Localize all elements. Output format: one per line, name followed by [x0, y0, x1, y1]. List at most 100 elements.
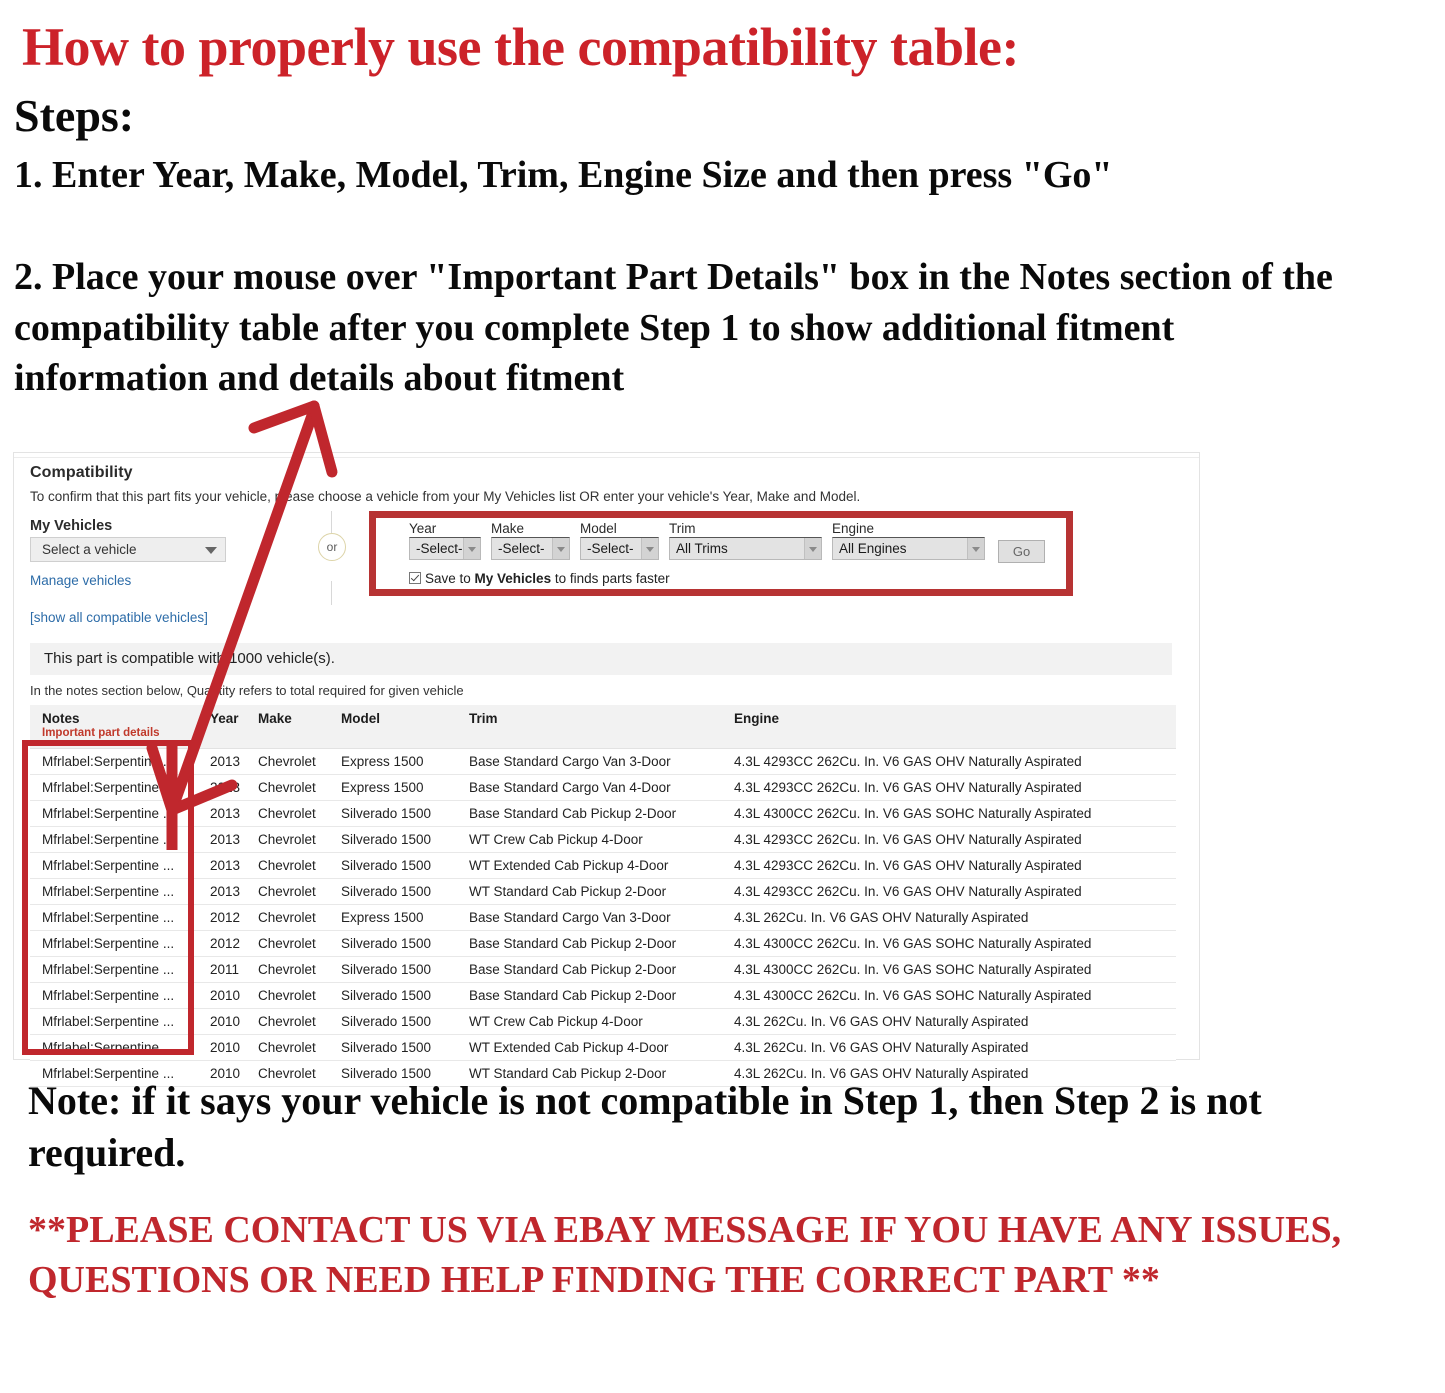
cell-model: Silverado 1500	[329, 930, 457, 957]
cell-trim: WT Crew Cab Pickup 4-Door	[457, 1008, 722, 1035]
column-header-notes: Notes Important part details	[30, 705, 198, 749]
model-select-value: -Select-	[587, 541, 634, 556]
cell-trim: Base Standard Cab Pickup 2-Door	[457, 800, 722, 827]
cell-make: Chevrolet	[246, 956, 329, 983]
steps-label: Steps:	[14, 90, 135, 141]
field-engine: Engine All Engines	[832, 521, 985, 560]
cell-model: Express 1500	[329, 904, 457, 931]
cell-model: Silverado 1500	[329, 852, 457, 879]
table-row: Mfrlabel:Serpentine ... 2010 Chevrolet Silv…	[30, 1034, 1176, 1061]
cell-trim: Base Standard Cab Pickup 2-Door	[457, 930, 722, 957]
contact-us-text: **PLEASE CONTACT US VIA EBAY MESSAGE IF …	[28, 1209, 1342, 1302]
table-row: Mfrlabel:Serpentine ... 2013 Chevrolet Expr…	[30, 774, 1176, 801]
panel-top-divider	[14, 457, 1199, 458]
cell-model: Silverado 1500	[329, 1008, 457, 1035]
cell-engine: 4.3L 4293CC 262Cu. In. V6 GAS OHV Natura…	[722, 826, 1176, 853]
table-row: Mfrlabel:Serpentine ... 2013 Chevrolet Silv…	[30, 852, 1176, 879]
cell-year: 2013	[198, 748, 246, 775]
field-label-make: Make	[491, 521, 525, 536]
cell-trim: Base Standard Cab Pickup 2-Door	[457, 956, 722, 983]
field-label-year: Year	[409, 521, 437, 536]
show-all-compatible-vehicles-link[interactable]: [show all compatible vehicles]	[30, 610, 208, 625]
engine-select[interactable]: All Engines	[832, 537, 985, 560]
cell-notes[interactable]: Mfrlabel:Serpentine ...	[30, 748, 198, 775]
cell-year: 2013	[198, 800, 246, 827]
cell-model: Express 1500	[329, 774, 457, 801]
chevron-down-icon	[967, 538, 984, 559]
cell-notes[interactable]: Mfrlabel:Serpentine ...	[30, 1008, 198, 1035]
chevron-down-icon	[804, 538, 821, 559]
cell-make: Chevrolet	[246, 982, 329, 1009]
cell-make: Chevrolet	[246, 774, 329, 801]
or-badge: or	[318, 533, 346, 561]
cell-trim: Base Standard Cargo Van 3-Door	[457, 748, 722, 775]
cell-notes[interactable]: Mfrlabel:Serpentine ...	[30, 930, 198, 957]
save-bold-text: My Vehicles	[474, 571, 552, 586]
cell-year: 2010	[198, 1008, 246, 1035]
or-line-bottom	[331, 581, 332, 605]
cell-engine: 4.3L 4300CC 262Cu. In. V6 GAS SOHC Natur…	[722, 982, 1176, 1009]
cell-notes[interactable]: Mfrlabel:Serpentine ...	[30, 800, 198, 827]
cell-engine: 4.3L 4300CC 262Cu. In. V6 GAS SOHC Natur…	[722, 800, 1176, 827]
panel-subtitle: To confirm that this part fits your vehi…	[30, 489, 861, 504]
save-to-my-vehicles-checkbox[interactable]	[409, 572, 421, 584]
cell-notes[interactable]: Mfrlabel:Serpentine ...	[30, 904, 198, 931]
field-year: Year -Select-	[409, 521, 481, 560]
page-title: How to properly use the compatibility ta…	[22, 17, 1019, 77]
engine-select-value: All Engines	[839, 541, 907, 556]
my-vehicles-select-value: Select a vehicle	[42, 542, 137, 557]
cell-notes[interactable]: Mfrlabel:Serpentine ...	[30, 982, 198, 1009]
important-part-details-label: Important part details	[42, 727, 160, 739]
trim-select[interactable]: All Trims	[669, 537, 822, 560]
table-row: Mfrlabel:Serpentine ... 2010 Chevrolet Silv…	[30, 982, 1176, 1009]
cell-notes[interactable]: Mfrlabel:Serpentine ...	[30, 826, 198, 853]
cell-engine: 4.3L 4300CC 262Cu. In. V6 GAS SOHC Natur…	[722, 930, 1176, 957]
table-row: Mfrlabel:Serpentine ... 2013 Chevrolet Silv…	[30, 800, 1176, 827]
model-select[interactable]: -Select-	[580, 537, 659, 560]
compatibility-panel: Compatibility To confirm that this part …	[13, 452, 1200, 1087]
save-suffix-text: to finds parts faster	[551, 571, 670, 586]
cell-year: 2013	[198, 852, 246, 879]
cell-model: Silverado 1500	[329, 1034, 457, 1061]
cell-year: 2013	[198, 878, 246, 905]
my-vehicles-select[interactable]: Select a vehicle	[30, 537, 226, 562]
cell-notes[interactable]: Mfrlabel:Serpentine ...	[30, 1034, 198, 1061]
year-select[interactable]: -Select-	[409, 537, 481, 560]
save-to-my-vehicles-row[interactable]: Save to My Vehicles to finds parts faste…	[409, 571, 670, 586]
field-trim: Trim All Trims	[669, 521, 822, 560]
table-row: Mfrlabel:Serpentine ... 2010 Chevrolet Silv…	[30, 1008, 1176, 1035]
cell-trim: WT Extended Cab Pickup 4-Door	[457, 852, 722, 879]
compatibility-count-message: This part is compatible with 1000 vehicl…	[30, 643, 1172, 675]
cell-model: Silverado 1500	[329, 982, 457, 1009]
or-divider: or	[312, 511, 352, 605]
save-prefix-text: Save to	[425, 571, 475, 586]
cell-trim: WT Crew Cab Pickup 4-Door	[457, 826, 722, 853]
go-button[interactable]: Go	[998, 540, 1045, 563]
chevron-down-icon	[641, 538, 658, 559]
chevron-down-icon	[205, 547, 217, 554]
cell-notes[interactable]: Mfrlabel:Serpentine ...	[30, 956, 198, 983]
cell-year: 2013	[198, 774, 246, 801]
cell-engine: 4.3L 262Cu. In. V6 GAS OHV Naturally Asp…	[722, 1008, 1176, 1035]
table-header-row: Notes Important part details Year Make M…	[30, 705, 1176, 749]
table-row: Mfrlabel:Serpentine ... 2013 Chevrolet Silv…	[30, 878, 1176, 905]
cell-notes[interactable]: Mfrlabel:Serpentine ...	[30, 774, 198, 801]
cell-trim: WT Standard Cab Pickup 2-Door	[457, 878, 722, 905]
cell-trim: WT Extended Cab Pickup 4-Door	[457, 1034, 722, 1061]
column-header-trim: Trim	[457, 705, 722, 749]
cell-notes[interactable]: Mfrlabel:Serpentine ...	[30, 852, 198, 879]
cell-make: Chevrolet	[246, 800, 329, 827]
cell-notes[interactable]: Mfrlabel:Serpentine ...	[30, 878, 198, 905]
cell-make: Chevrolet	[246, 1008, 329, 1035]
or-line-top	[331, 511, 332, 533]
cell-engine: 4.3L 4293CC 262Cu. In. V6 GAS OHV Natura…	[722, 878, 1176, 905]
make-select[interactable]: -Select-	[491, 537, 570, 560]
cell-make: Chevrolet	[246, 826, 329, 853]
make-select-value: -Select-	[498, 541, 545, 556]
cell-engine: 4.3L 262Cu. In. V6 GAS OHV Naturally Asp…	[722, 904, 1176, 931]
manage-vehicles-link[interactable]: Manage vehicles	[30, 573, 131, 588]
field-label-trim: Trim	[669, 521, 696, 536]
cell-year: 2013	[198, 826, 246, 853]
cell-engine: 4.3L 4293CC 262Cu. In. V6 GAS OHV Natura…	[722, 852, 1176, 879]
quantity-note: In the notes section below, Quantity ref…	[30, 683, 464, 698]
